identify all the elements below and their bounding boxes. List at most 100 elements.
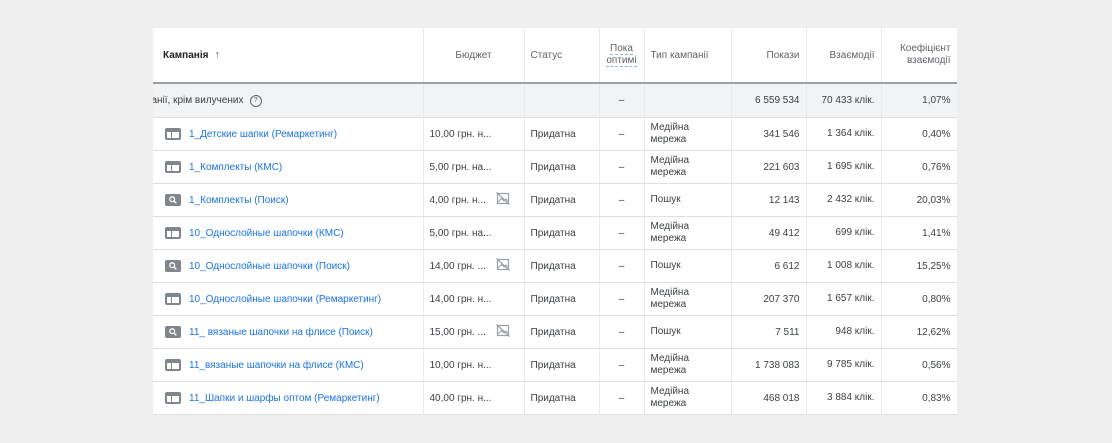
total-impressions: 6 559 534 [731, 83, 807, 118]
impressions-cell: 341 546 [731, 117, 807, 151]
campaign-cell: 11_Шапки и шарфы оптом (Ремаркетинг) [153, 381, 424, 415]
search-campaign-icon [165, 260, 181, 272]
help-icon[interactable]: ? [249, 94, 262, 107]
campaign-link[interactable]: 10_Однослойные шапочки (Поиск) [189, 261, 350, 272]
campaign-type-cell: Медійна мережа [644, 150, 732, 184]
interaction-rate-cell: 0,76% [881, 150, 957, 184]
budget-value[interactable]: 5,00 грн. на... [430, 162, 492, 173]
column-header-status[interactable]: Статус [524, 28, 600, 84]
optimization-cell: – [599, 282, 645, 316]
optimization-cell: – [599, 117, 645, 151]
interactions-cell: 1 008 клік. [806, 249, 882, 283]
interaction-rate-cell: 0,40% [881, 117, 957, 151]
impressions-cell: 468 018 [731, 381, 807, 415]
impressions-cell: 6 612 [731, 249, 807, 283]
status-cell: Придатна [524, 381, 600, 415]
column-header-budget[interactable]: Бюджет [423, 28, 525, 84]
impressions-cell: 7 511 [731, 315, 807, 349]
status-cell: Придатна [524, 282, 600, 316]
campaign-type-cell: Пошук [644, 315, 732, 349]
no-image-icon [495, 192, 510, 208]
budget-value[interactable]: 14,00 грн. ... [430, 261, 486, 272]
campaign-type-cell: Пошук [644, 249, 732, 283]
campaign-link[interactable]: 10_Однослойные шапочки (Ремаркетинг) [189, 294, 381, 305]
status-cell: Придатна [524, 216, 600, 250]
column-header-optimization[interactable]: Пока оптимі [599, 28, 645, 84]
row-spacer [0, 316, 153, 349]
campaign-link[interactable]: 11_Шапки и шарфы оптом (Ремаркетинг) [189, 393, 380, 404]
budget-cell[interactable]: 10,00 грн. н... [423, 348, 525, 382]
campaign-link[interactable]: 1_Комплекты (Поиск) [189, 195, 289, 206]
table-row[interactable]: 10_Однослойные шапочки (Поиск) 14,00 грн… [0, 249, 957, 283]
total-type [644, 83, 732, 118]
table-row[interactable]: 11_ вязаные шапочки на флисе (Поиск) 15,… [0, 315, 957, 349]
row-spacer [0, 283, 153, 316]
campaign-type-cell: Медійна мережа [644, 117, 732, 151]
impressions-cell: 12 143 [731, 183, 807, 217]
campaign-cell: 11_ вязаные шапочки на флисе (Поиск) [153, 315, 424, 349]
column-header-campaign[interactable]: Кампанія ↑ [153, 28, 424, 84]
budget-value[interactable]: 14,00 грн. н... [430, 294, 492, 305]
interaction-rate-cell: 0,80% [881, 282, 957, 316]
row-spacer [0, 349, 153, 382]
campaign-cell: 1_Комплекты (Поиск) [153, 183, 424, 217]
budget-cell[interactable]: 5,00 грн. на... [423, 216, 525, 250]
campaign-cell: 10_Однослойные шапочки (Поиск) [153, 249, 424, 283]
budget-cell[interactable]: 15,00 грн. ... [423, 315, 525, 349]
column-header-campaign-type[interactable]: Тип кампанії [644, 28, 732, 84]
total-label: кампанії, крім вилучених [153, 95, 244, 106]
budget-cell[interactable]: 4,00 грн. н... [423, 183, 525, 217]
table-row[interactable]: 11_вязаные шапочки на флисе (КМС) 10,00 … [0, 348, 957, 382]
table-row[interactable]: 10_Однослойные шапочки (Ремаркетинг) 14,… [0, 282, 957, 316]
optimization-cell: – [599, 315, 645, 349]
interactions-cell: 699 клік. [806, 216, 882, 250]
campaign-link[interactable]: 11_вязаные шапочки на флисе (КМС) [189, 360, 364, 371]
column-header-impressions[interactable]: Покази [731, 28, 807, 84]
display-campaign-icon [165, 359, 181, 371]
status-cell: Придатна [524, 315, 600, 349]
campaign-link[interactable]: 10_Однослойные шапочки (КМС) [189, 228, 344, 239]
budget-value[interactable]: 10,00 грн. н... [430, 360, 492, 371]
total-label-cell: кампанії, крім вилучених ? [153, 83, 424, 118]
interaction-rate-cell: 1,41% [881, 216, 957, 250]
impressions-cell: 221 603 [731, 150, 807, 184]
interaction-rate-cell: 15,25% [881, 249, 957, 283]
budget-value[interactable]: 5,00 грн. на... [430, 228, 492, 239]
table-row[interactable]: 1_Детские шапки (Ремаркетинг) 10,00 грн.… [0, 117, 957, 151]
column-header-interactions[interactable]: Взаємодії [806, 28, 882, 84]
display-campaign-icon [165, 293, 181, 305]
interactions-cell: 3 884 клік. [806, 381, 882, 415]
optimization-cell: – [599, 249, 645, 283]
column-header-interaction-rate[interactable]: Коефіцієнт взаємодії [881, 28, 957, 84]
no-image-icon [496, 324, 510, 340]
table-row[interactable]: 1_Комплекты (Поиск) 4,00 грн. н... Прида… [0, 183, 957, 217]
row-spacer [0, 184, 153, 217]
header-row: Кампанія ↑ Бюджет Статус Пока оптимі Тип … [0, 28, 957, 84]
campaign-cell: 1_Детские шапки (Ремаркетинг) [153, 117, 424, 151]
budget-cell[interactable]: 5,00 грн. на... [423, 150, 525, 184]
table-row[interactable]: 11_Шапки и шарфы оптом (Ремаркетинг) 40,… [0, 381, 957, 415]
total-spacer [0, 83, 153, 118]
campaign-link[interactable]: 11_ вязаные шапочки на флисе (Поиск) [189, 327, 373, 338]
campaign-cell: 10_Однослойные шапочки (Ремаркетинг) [153, 282, 424, 316]
row-spacer [0, 250, 153, 283]
column-header-campaign-label: Кампанія [163, 50, 209, 61]
budget-value[interactable]: 10,00 грн. н... [430, 129, 492, 140]
budget-value[interactable]: 15,00 грн. ... [430, 327, 486, 338]
budget-cell[interactable]: 40,00 грн. н... [423, 381, 525, 415]
campaign-link[interactable]: 1_Комплекты (КМС) [189, 162, 282, 173]
table-row[interactable]: 10_Однослойные шапочки (КМС) 5,00 грн. н… [0, 216, 957, 250]
table-row[interactable]: 1_Комплекты (КМС) 5,00 грн. на... Придат… [0, 150, 957, 184]
display-campaign-icon [165, 227, 181, 239]
budget-cell[interactable]: 10,00 грн. н... [423, 117, 525, 151]
row-spacer [0, 151, 153, 184]
budget-cell[interactable]: 14,00 грн. н... [423, 282, 525, 316]
total-optimization: – [599, 83, 645, 118]
campaign-cell: 10_Однослойные шапочки (КМС) [153, 216, 424, 250]
interaction-rate-cell: 12,62% [881, 315, 957, 349]
budget-value[interactable]: 40,00 грн. н... [430, 393, 492, 404]
sort-ascending-icon[interactable]: ↑ [214, 49, 220, 61]
budget-cell[interactable]: 14,00 грн. ... [423, 249, 525, 283]
budget-value[interactable]: 4,00 грн. н... [430, 195, 486, 206]
campaign-link[interactable]: 1_Детские шапки (Ремаркетинг) [189, 129, 337, 140]
